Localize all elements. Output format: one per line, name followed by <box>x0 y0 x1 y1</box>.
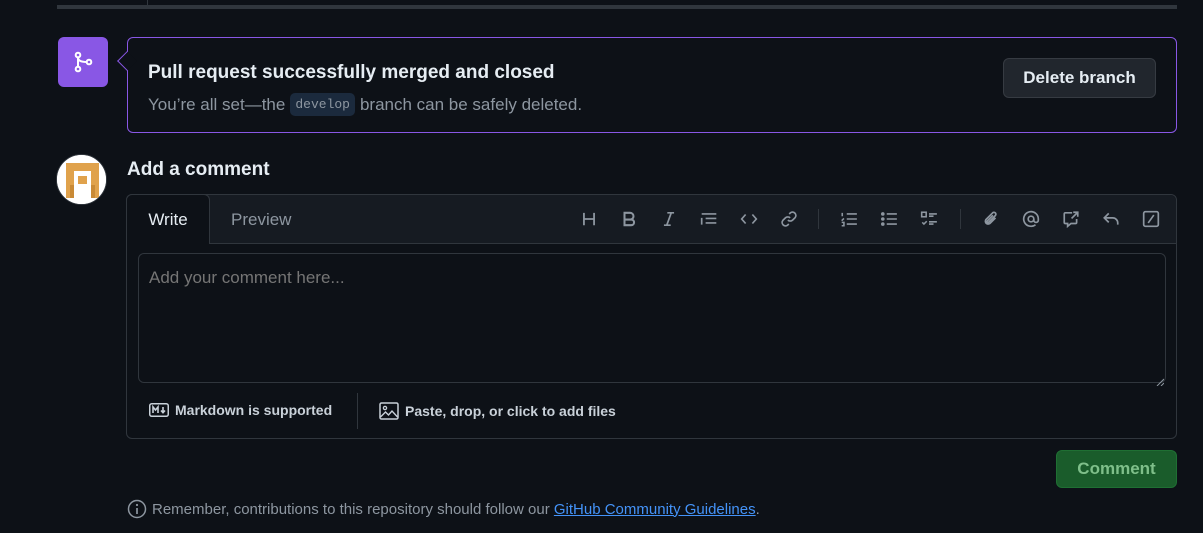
tab-preview[interactable]: Preview <box>231 210 291 230</box>
bold-icon[interactable] <box>617 207 641 231</box>
heading-icon[interactable] <box>577 207 601 231</box>
attach-icon[interactable] <box>979 207 1003 231</box>
merge-icon <box>58 37 108 87</box>
community-guidelines-link[interactable]: GitHub Community Guidelines <box>554 501 756 518</box>
timeline-tick <box>147 0 148 6</box>
merge-status-description: You’re all set—the develop branch can be… <box>148 93 582 116</box>
timeline-divider <box>57 5 1177 9</box>
branch-name[interactable]: develop <box>290 93 355 116</box>
reference-icon[interactable] <box>1059 207 1083 231</box>
delete-branch-button[interactable]: Delete branch <box>1003 58 1156 98</box>
mention-icon[interactable] <box>1019 207 1043 231</box>
slash-commands-icon[interactable] <box>1139 207 1163 231</box>
merge-status-box: Pull request successfully merged and clo… <box>117 37 1177 133</box>
avatar[interactable] <box>56 154 107 205</box>
code-icon[interactable] <box>737 207 761 231</box>
info-icon <box>127 499 147 519</box>
unordered-list-icon[interactable] <box>877 207 901 231</box>
comment-textarea[interactable] <box>138 253 1166 383</box>
comment-submit-button[interactable]: Comment <box>1056 450 1177 488</box>
resize-grip-icon[interactable] <box>1156 373 1165 387</box>
reply-icon[interactable] <box>1099 207 1123 231</box>
task-list-icon[interactable] <box>917 207 941 231</box>
add-comment-heading: Add a comment <box>127 159 270 180</box>
add-files-button[interactable]: Paste, drop, or click to add files <box>379 402 616 420</box>
quote-icon[interactable] <box>697 207 721 231</box>
image-icon <box>379 402 399 420</box>
merge-status-title: Pull request successfully merged and clo… <box>148 62 555 83</box>
link-icon[interactable] <box>777 207 801 231</box>
ordered-list-icon[interactable] <box>837 207 861 231</box>
tab-write[interactable]: Write <box>126 194 210 244</box>
italic-icon[interactable] <box>657 207 681 231</box>
markdown-supported-link[interactable]: Markdown is supported <box>149 402 332 418</box>
guidelines-note: Remember, contributions to this reposito… <box>127 499 760 519</box>
markdown-icon <box>149 403 169 417</box>
comment-editor: Write Preview Add your comment here... M… <box>126 194 1177 439</box>
